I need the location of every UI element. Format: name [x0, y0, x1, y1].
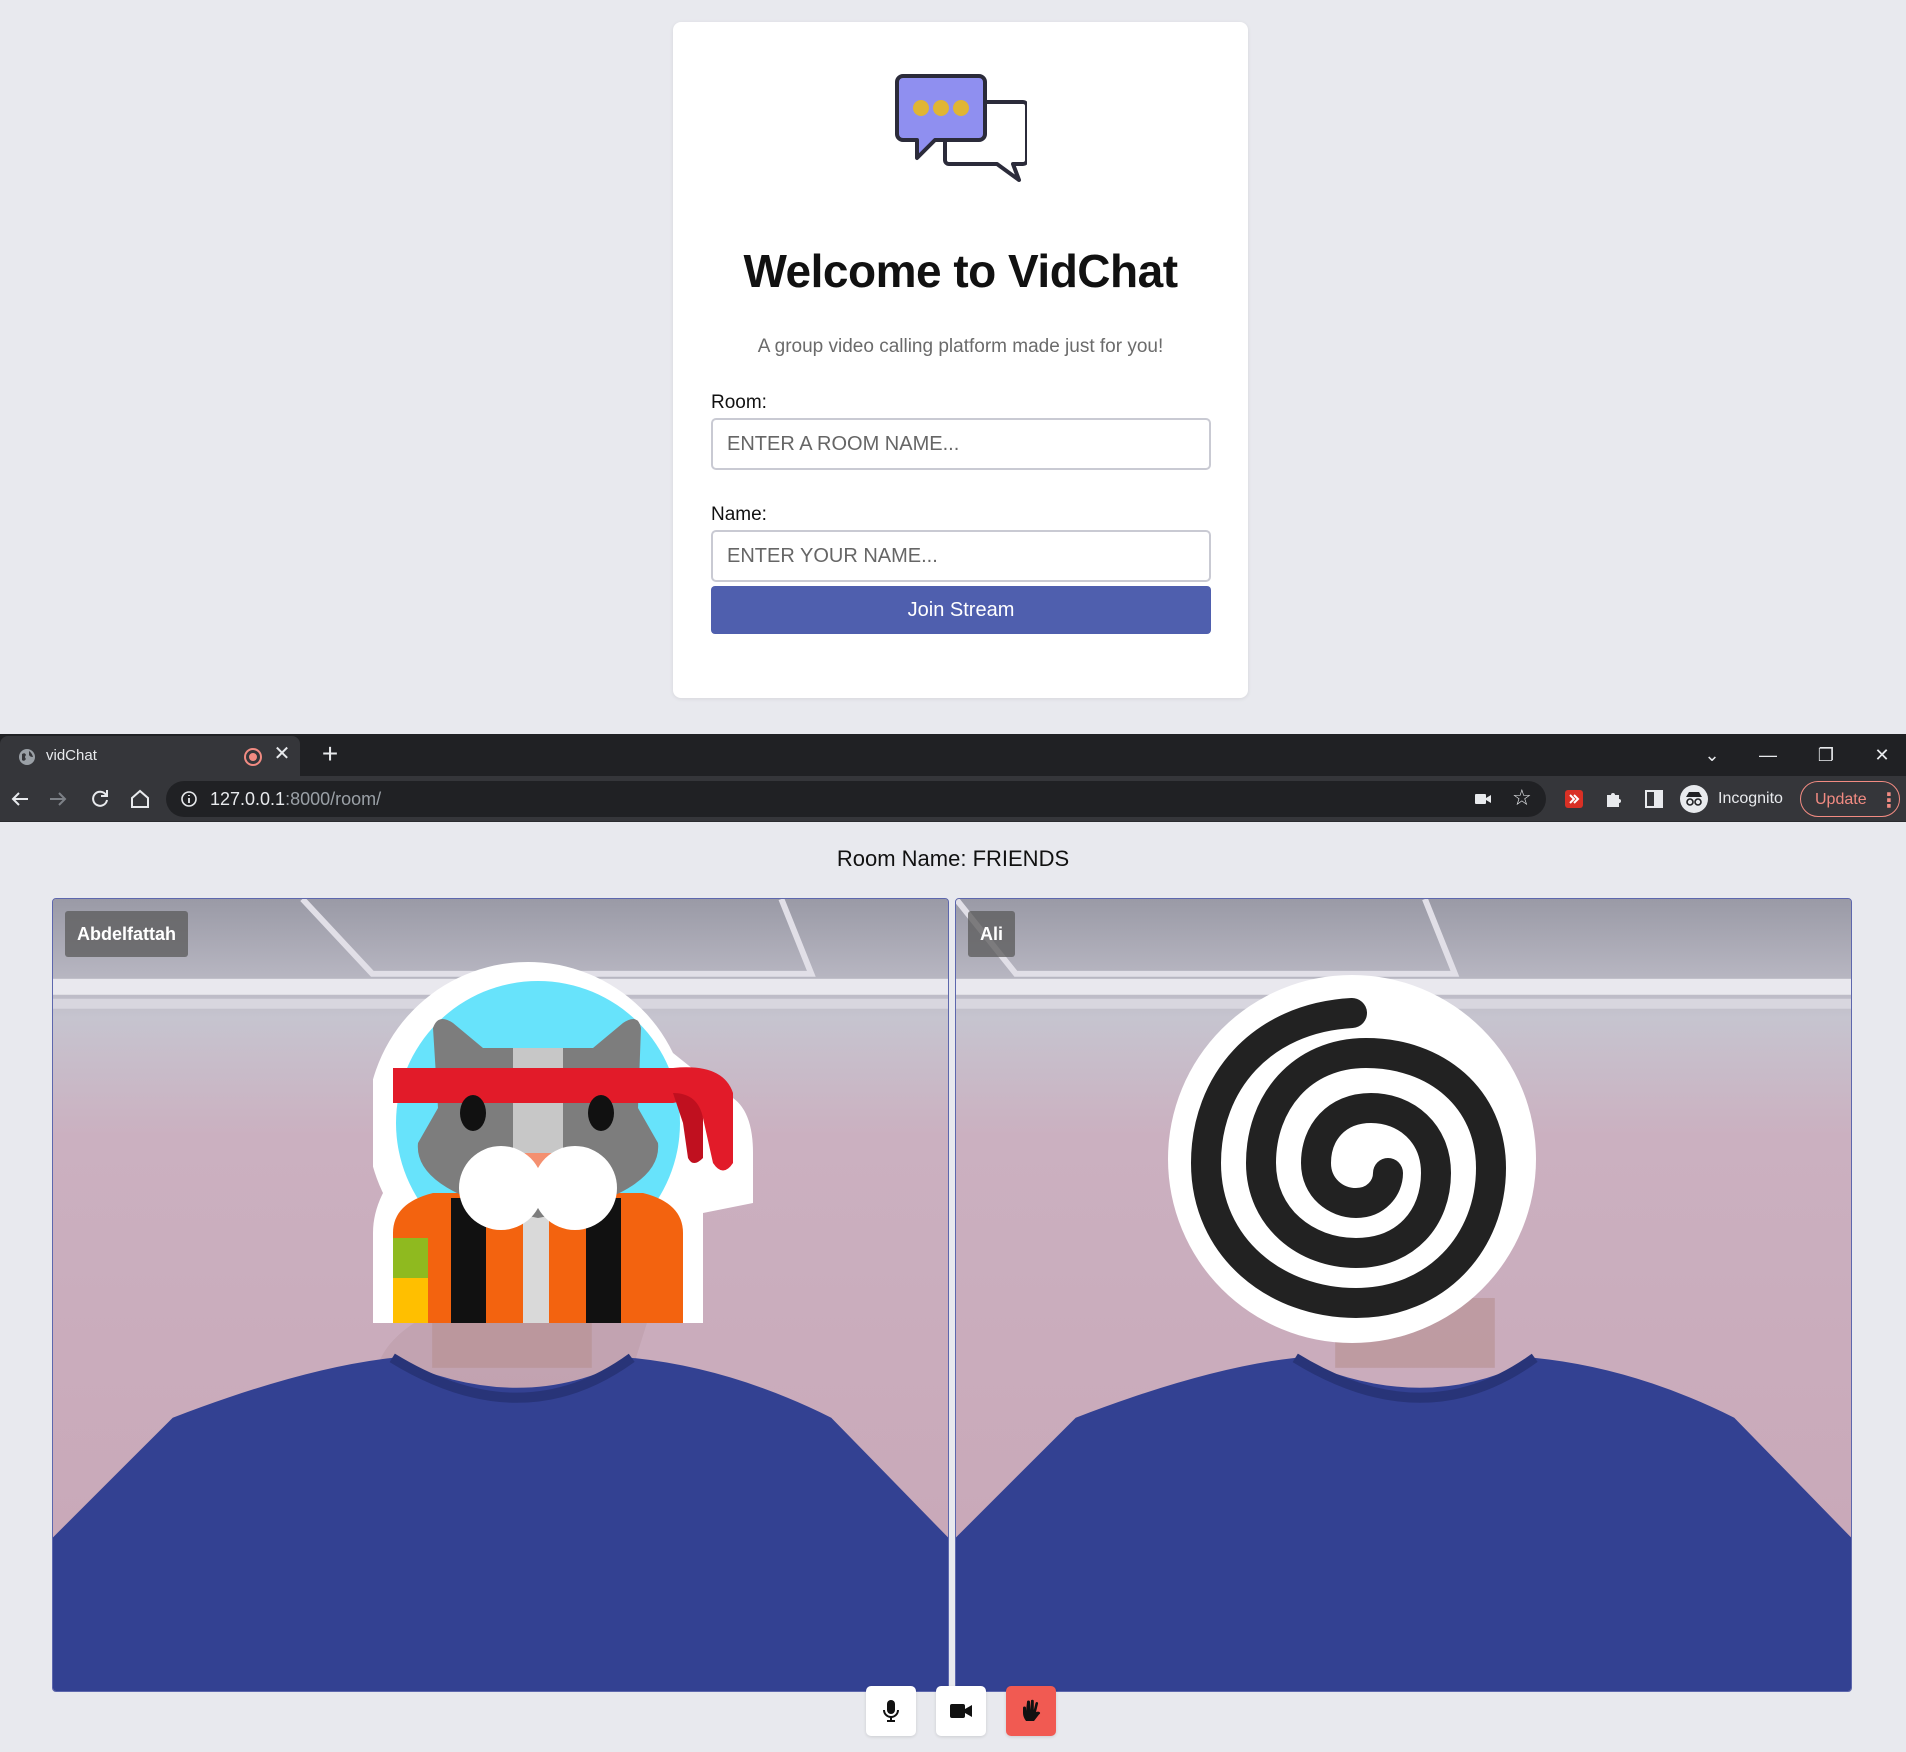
- camera-button[interactable]: [936, 1686, 986, 1736]
- browser-tab-bar: vidChat ✕ + ⌄ — ❐ ✕: [0, 734, 1906, 776]
- side-panel-icon[interactable]: [1642, 787, 1666, 811]
- participant-name-badge: Ali: [968, 911, 1016, 957]
- url-text: 127.0.0.1:8000/room/: [210, 789, 381, 810]
- reload-icon[interactable]: [88, 787, 112, 811]
- leave-call-button[interactable]: [1006, 1686, 1056, 1736]
- call-controls: [866, 1686, 1058, 1738]
- close-tab-icon[interactable]: ✕: [272, 744, 292, 764]
- recording-indicator-icon: [246, 750, 260, 764]
- incognito-icon: [1680, 785, 1708, 813]
- extension-red-icon[interactable]: [1562, 787, 1586, 811]
- room-name-heading: Room Name: FRIENDS: [836, 846, 1070, 871]
- page-subtitle: A group video calling platform made just…: [757, 336, 1164, 357]
- address-bar[interactable]: 127.0.0.1:8000/room/ ☆: [166, 781, 1546, 817]
- camera-in-use-icon[interactable]: [1474, 791, 1492, 807]
- extensions-puzzle-icon[interactable]: [1602, 787, 1626, 811]
- minimize-icon[interactable]: —: [1748, 740, 1788, 770]
- menu-kebab-icon[interactable]: ⋮: [1879, 788, 1899, 813]
- close-window-icon[interactable]: ✕: [1862, 740, 1902, 770]
- url-host: 127.0.0.1: [210, 789, 286, 809]
- room-label: Room:: [711, 392, 767, 413]
- browser-toolbar: 127.0.0.1:8000/room/ ☆ Incognito Update …: [0, 776, 1906, 822]
- url-path: :8000/room/: [285, 789, 382, 809]
- join-stream-button[interactable]: Join Stream: [711, 586, 1211, 634]
- update-button[interactable]: Update ⋮: [1800, 781, 1900, 817]
- name-label: Name:: [711, 504, 767, 525]
- incognito-label: Incognito: [1718, 790, 1783, 807]
- globe-icon: [19, 749, 35, 765]
- room-name-input[interactable]: [711, 418, 1211, 470]
- camera-icon: [950, 1704, 972, 1718]
- new-tab-icon[interactable]: +: [318, 740, 342, 768]
- back-icon[interactable]: [8, 787, 32, 811]
- spiral-avatar: [1168, 975, 1536, 1343]
- incognito-indicator[interactable]: Incognito: [1676, 781, 1794, 817]
- tab-title: vidChat: [46, 747, 97, 764]
- video-tile-participant-1[interactable]: Abdelfattah: [52, 898, 949, 1692]
- browser-tab[interactable]: vidChat ✕: [0, 736, 300, 776]
- lobby-card: Welcome to VidChat A group video calling…: [673, 22, 1248, 698]
- leave-hand-icon: [1023, 1699, 1041, 1721]
- home-icon[interactable]: [128, 787, 152, 811]
- user-name-input[interactable]: [711, 530, 1211, 582]
- ninja-cat-avatar: [373, 961, 753, 1323]
- video-tile-participant-2[interactable]: Ali: [955, 898, 1852, 1692]
- bookmark-star-icon[interactable]: ☆: [1512, 785, 1532, 811]
- restore-icon[interactable]: ❐: [1806, 740, 1846, 770]
- chat-bubbles-icon: [895, 74, 1027, 182]
- microphone-icon: [883, 1700, 899, 1722]
- update-label: Update: [1815, 791, 1867, 808]
- page-title: Welcome to VidChat: [743, 245, 1178, 297]
- tab-search-icon[interactable]: ⌄: [1692, 740, 1732, 770]
- site-info-icon[interactable]: [180, 790, 198, 808]
- participant-name-badge: Abdelfattah: [65, 911, 188, 957]
- forward-icon[interactable]: [46, 787, 70, 811]
- microphone-button[interactable]: [866, 1686, 916, 1736]
